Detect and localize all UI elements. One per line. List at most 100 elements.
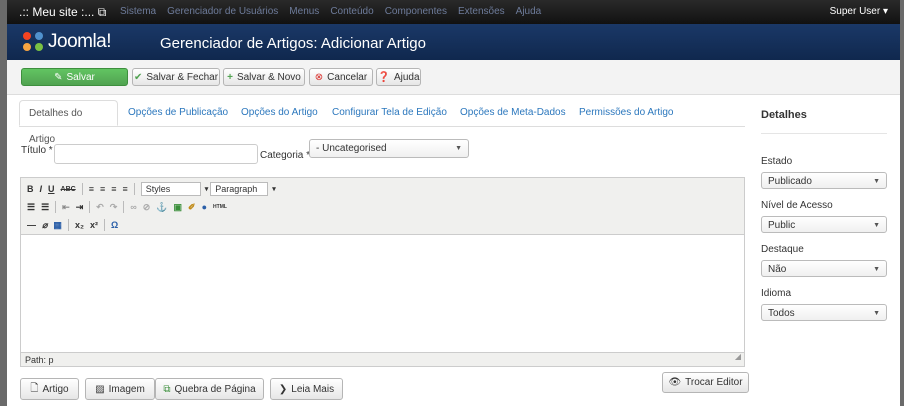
help-button[interactable]: ❓ Ajuda [376,68,421,86]
status-select[interactable]: Publicado ▼ [761,172,887,189]
joomla-brand: Joomla! [48,31,112,52]
title-label: Título * [21,145,53,156]
bold-icon[interactable]: B [27,184,34,194]
cleanup-icon[interactable]: ✐ [188,202,196,213]
site-link[interactable]: .:: Meu site :... ⧉ [19,5,106,20]
editor-toolbar-row-3: — ⌀ ▦ x₂ x² Ω [27,218,124,232]
outdent-icon[interactable]: ⇤ [62,202,70,213]
image-icon[interactable]: ▣ [174,202,183,213]
editor: B I U ABC ≡ ≡ ≡ ≡ Styles ▾ Paragraph ▾ ☰… [20,177,745,367]
article-tabs: Detalhes do Artigo Opções de Publicação … [19,100,745,145]
picture-icon: ▨ [95,383,105,395]
pagebreak-button[interactable]: ⧉ Quebra de Página [155,378,264,400]
readmore-label: Leia Mais [291,383,335,395]
edit-icon: ✎ [54,71,63,83]
anchor-icon[interactable]: ⚓ [156,202,167,213]
menu-item-componentes[interactable]: Componentes [385,6,447,17]
horizontal-rule-icon[interactable]: — [27,220,36,230]
main-menu: Sistema Gerenciador de Usuários Menus Co… [120,6,552,17]
tab-publicacao[interactable]: Opções de Publicação [128,100,228,126]
sidebar-title: Detalhes [761,109,807,121]
align-center-icon[interactable]: ≡ [100,184,105,194]
access-select[interactable]: Public ▼ [761,216,887,233]
toggle-editor-label: Trocar Editor [685,377,743,388]
pagebreak-label: Quebra de Página [174,383,256,395]
menu-item-menus[interactable]: Menus [289,6,319,17]
align-left-icon[interactable]: ≡ [89,184,94,194]
editor-content-area[interactable] [21,234,744,352]
language-label: Idioma [761,288,792,299]
bullet-list-icon[interactable]: ☰ [27,202,35,213]
underline-icon[interactable]: U [48,184,55,194]
page-header: Joomla! Gerenciador de Artigos: Adiciona… [7,24,900,60]
html-icon[interactable]: HTML [213,204,227,210]
user-name: Super User [829,6,881,17]
caret-down-icon: ▾ [882,6,888,17]
styles-value: Styles [145,184,171,194]
language-select[interactable]: Todos ▼ [761,304,887,321]
superscript-icon[interactable]: x² [90,220,98,230]
cancel-button[interactable]: ⊗ Cancelar [309,68,373,86]
align-justify-icon[interactable]: ≡ [122,184,127,194]
remove-format-icon[interactable]: ⌀ [42,220,47,231]
resize-handle-icon[interactable]: ◢ [735,350,741,364]
chevron-down-icon: ▼ [873,222,880,229]
tab-detalhes[interactable]: Detalhes do Artigo [19,100,118,145]
menu-item-extensoes[interactable]: Extensões [458,6,505,17]
chevron-down-icon: ❯ [278,383,288,395]
image-button[interactable]: ▨ Imagem [85,378,155,400]
styles-select[interactable]: Styles [140,182,201,196]
chevron-down-icon: ▼ [873,266,880,273]
link-icon[interactable]: ∞ [130,202,136,212]
chevron-down-icon: ▼ [873,178,880,185]
status-value: Publicado [768,176,812,187]
joomla-logo-icon [23,32,45,52]
cancel-label: Cancelar [327,71,368,83]
cancel-icon: ⊗ [314,71,324,83]
strikethrough-icon[interactable]: ABC [61,186,76,193]
access-value: Public [768,220,796,231]
featured-select[interactable]: Não ▼ [761,260,887,277]
subscript-icon[interactable]: x₂ [75,220,84,230]
divider [761,133,887,134]
help-icon[interactable]: ● [202,202,207,212]
category-value: - Uncategorised [316,143,387,154]
redo-icon[interactable]: ↷ [110,202,118,213]
caret-down-icon: ▾ [272,186,276,193]
paragraph-select[interactable]: Paragraph [210,182,269,196]
toolbar: ✎ Salvar ✔ Salvar & Fechar + Salvar & Novo … [7,60,900,95]
italic-icon[interactable]: I [40,184,43,194]
menu-item-sistema[interactable]: Sistema [120,6,156,17]
plus-icon: + [227,71,233,83]
undo-icon[interactable]: ↶ [96,202,104,213]
title-input[interactable] [54,144,258,164]
copy-icon: ⧉ [163,383,171,395]
menu-item-ajuda[interactable]: Ajuda [516,6,542,17]
align-right-icon[interactable]: ≡ [111,184,116,194]
menu-item-usuarios[interactable]: Gerenciador de Usuários [167,6,278,17]
indent-icon[interactable]: ⇥ [76,202,84,213]
tab-opcoes-artigo[interactable]: Opções do Artigo [241,100,318,126]
readmore-button[interactable]: ❯ Leia Mais [270,378,343,400]
user-menu[interactable]: Super User ▾ [830,6,888,17]
page-title: Gerenciador de Artigos: Adicionar Artigo [160,35,426,52]
visual-aid-icon[interactable]: ▦ [53,220,62,231]
special-char-icon[interactable]: Ω [111,220,118,230]
toggle-editor-button[interactable]: 👁 Trocar Editor [662,372,749,393]
menu-item-conteudo[interactable]: Conteúdo [330,6,373,17]
editor-toolbar: B I U ABC ≡ ≡ ≡ ≡ Styles ▾ Paragraph ▾ ☰… [21,178,744,235]
numbered-list-icon[interactable]: ☰ [41,202,49,213]
category-select[interactable]: - Uncategorised ▼ [309,139,469,158]
unlink-icon[interactable]: ⊘ [143,202,151,213]
editor-toolbar-row-1: B I U ABC ≡ ≡ ≡ ≡ Styles ▾ Paragraph ▾ [27,182,282,196]
save-new-button[interactable]: + Salvar & Novo [223,68,305,86]
save-close-button[interactable]: ✔ Salvar & Fechar [132,68,220,86]
paragraph-value: Paragraph [215,184,258,194]
tab-meta-dados[interactable]: Opções de Meta-Dados [460,100,566,126]
help-label: Ajuda [393,71,420,83]
joomla-logo: Joomla! [23,31,112,53]
article-button[interactable]: 🗋 Artigo [20,378,79,400]
tab-tela-edicao[interactable]: Configurar Tela de Edição [332,100,447,126]
tab-permissoes[interactable]: Permissões do Artigo [579,100,674,126]
save-button[interactable]: ✎ Salvar [21,68,128,86]
